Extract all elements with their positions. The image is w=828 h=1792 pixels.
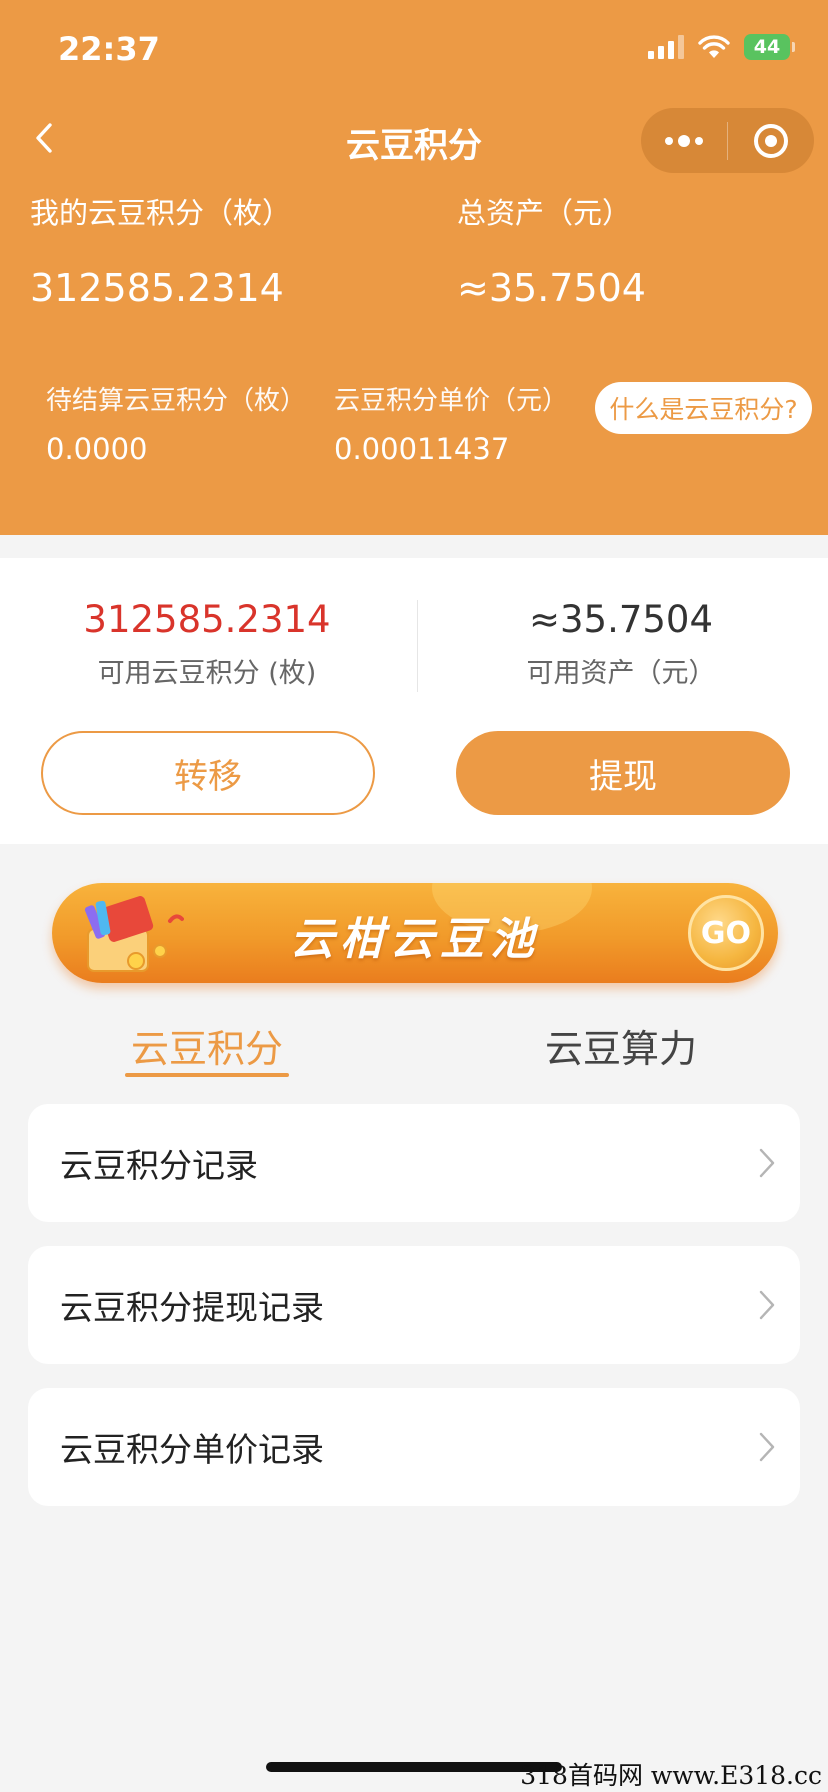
pending-points-value: 0.0000	[46, 432, 148, 466]
bean-pool-banner[interactable]: 云柑云豆池 GO	[52, 883, 778, 983]
pending-points-label: 待结算云豆积分（枚）	[46, 386, 307, 416]
my-points-value: 312585.2314	[30, 266, 284, 310]
chevron-right-icon	[759, 1290, 775, 1320]
available-points-block: 312585.2314 可用云豆积分 (枚)	[0, 598, 414, 690]
unit-price-value: 0.00011437	[334, 432, 510, 466]
my-points-label: 我的云豆积分（枚）	[30, 196, 292, 230]
chevron-right-icon	[759, 1432, 775, 1462]
tab-bean-hashrate[interactable]: 云豆算力	[414, 1018, 828, 1073]
available-assets-label: 可用资产（元）	[526, 658, 716, 689]
screen: 22:37 44 云豆积分 我的云豆积分（枚） 312585.2314 总资产（…	[0, 0, 828, 1792]
more-dots-icon	[665, 134, 703, 147]
wifi-icon	[698, 35, 730, 58]
target-circle-icon	[754, 123, 788, 158]
what-is-points-button[interactable]: 什么是云豆积分?	[595, 382, 812, 434]
chevron-right-icon	[759, 1148, 775, 1178]
list-item-label: 云豆积分记录	[60, 1146, 258, 1185]
list-item-label: 云豆积分提现记录	[60, 1288, 324, 1327]
status-icons: 44	[648, 34, 795, 60]
site-watermark: 318首码网 www.E318.cc	[520, 1761, 822, 1790]
list-item-withdraw-record[interactable]: 云豆积分提现记录	[28, 1246, 800, 1364]
balance-card: 312585.2314 可用云豆积分 (枚) ≈35.7504 可用资产（元） …	[0, 558, 828, 844]
total-assets-value: ≈35.7504	[457, 266, 646, 310]
home-indicator[interactable]	[266, 1762, 562, 1772]
list-item-label: 云豆积分单价记录	[60, 1430, 324, 1469]
tab-active-underline	[125, 1073, 289, 1077]
close-mini-program-button[interactable]	[728, 108, 814, 173]
more-button[interactable]	[641, 108, 727, 173]
withdraw-button[interactable]: 提现	[456, 731, 790, 815]
cellular-signal-icon	[648, 35, 684, 59]
total-assets-label: 总资产（元）	[457, 196, 632, 230]
available-points-value: 312585.2314	[83, 598, 331, 641]
available-assets-block: ≈35.7504 可用资产（元）	[414, 598, 828, 690]
mini-program-capsule	[641, 108, 814, 173]
banner-title: 云柑云豆池	[290, 914, 540, 965]
transfer-button[interactable]: 转移	[41, 731, 375, 815]
unit-price-label: 云豆积分单价（元）	[334, 386, 569, 416]
list-item-unit-price-record[interactable]: 云豆积分单价记录	[28, 1388, 800, 1506]
available-points-label: 可用云豆积分 (枚)	[97, 658, 317, 689]
available-assets-value: ≈35.7504	[528, 598, 713, 641]
tab-bean-points[interactable]: 云豆积分	[0, 1018, 414, 1073]
status-time: 22:37	[58, 30, 160, 68]
list-item-points-record[interactable]: 云豆积分记录	[28, 1104, 800, 1222]
battery-icon: 44	[744, 34, 795, 60]
go-button[interactable]: GO	[688, 895, 764, 971]
header: 22:37 44 云豆积分 我的云豆积分（枚） 312585.2314 总资产（…	[0, 0, 828, 535]
